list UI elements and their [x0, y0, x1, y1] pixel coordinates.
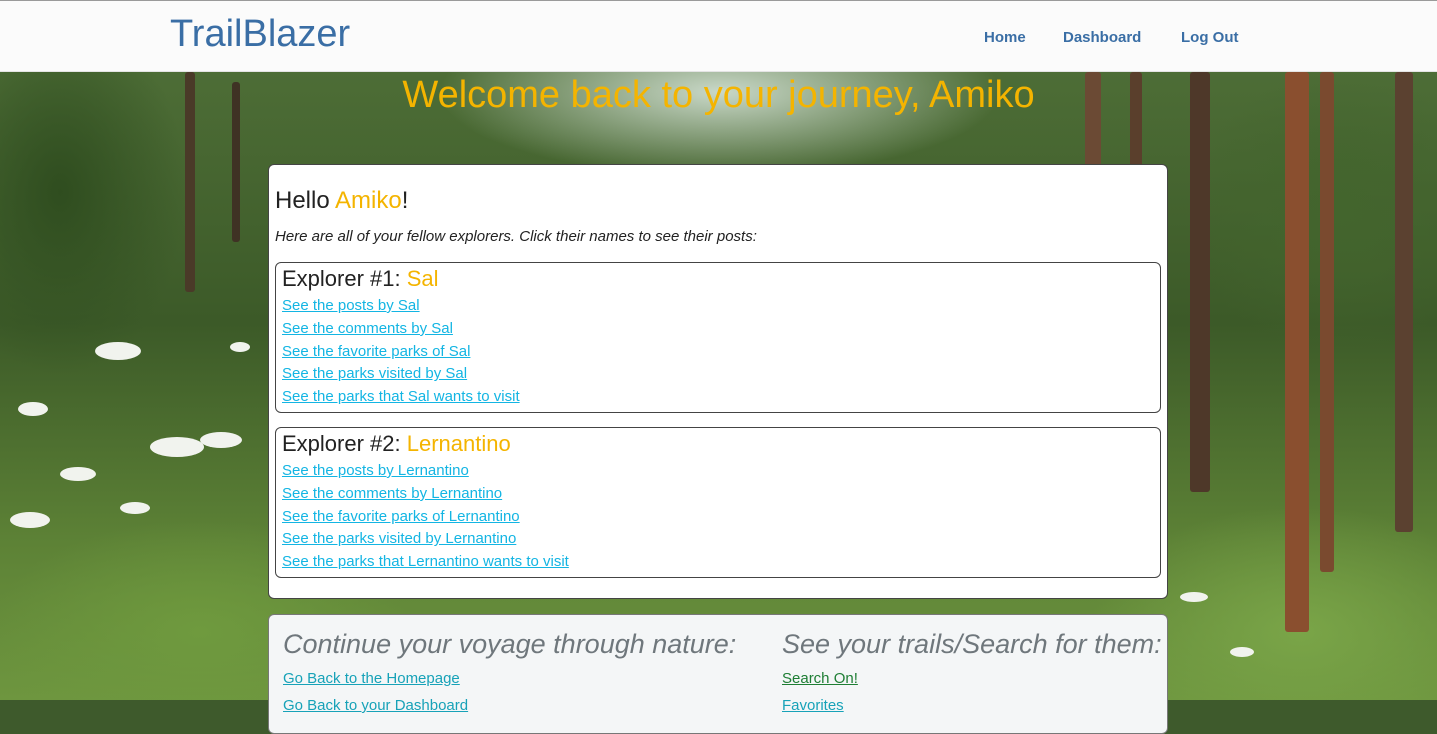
user-name: Amiko [335, 187, 402, 214]
hello-suffix: ! [401, 187, 409, 214]
explorer-links: See the posts by Lernantino See the comm… [282, 460, 569, 574]
explorer-title: Explorer #1: Sal [282, 266, 439, 292]
comments-link[interactable]: See the comments by Sal [282, 318, 520, 341]
parks-visited-link[interactable]: See the parks visited by Lernantino [282, 528, 569, 551]
nav-dashboard-link[interactable]: Dashboard [1063, 29, 1141, 46]
search-link[interactable]: Search On! [782, 670, 1162, 687]
top-navbar: TrailBlazer Home Dashboard Log Out [0, 0, 1437, 72]
hello-prefix: Hello [275, 187, 336, 214]
explorer-name: Sal [406, 266, 439, 291]
footer-right-column: See your trails/Search for them: Search … [782, 629, 1162, 714]
explorers-intro: Here are all of your fellow explorers. C… [275, 228, 757, 245]
explorer-card-sal: Explorer #1: Sal See the posts by Sal Se… [275, 262, 1161, 413]
hello-greeting: Hello Amiko! [275, 187, 408, 215]
footer-left-heading: Continue your voyage through nature: [283, 629, 737, 659]
explorer-title: Explorer #2: Lernantino [282, 431, 511, 457]
nav-home-link[interactable]: Home [984, 29, 1026, 46]
explorer-links: See the posts by Sal See the comments by… [282, 295, 520, 409]
posts-link[interactable]: See the posts by Lernantino [282, 460, 569, 483]
welcome-heading: Welcome back to your journey, Amiko [402, 74, 1035, 116]
parks-visited-link[interactable]: See the parks visited by Sal [282, 363, 520, 386]
posts-link[interactable]: See the posts by Sal [282, 295, 520, 318]
nav-logout-link[interactable]: Log Out [1181, 29, 1238, 46]
explorer-title-prefix: Explorer #1: [282, 266, 407, 291]
explorer-title-prefix: Explorer #2: [282, 431, 407, 456]
favorite-parks-link[interactable]: See the favorite parks of Lernantino [282, 506, 569, 529]
homepage-link[interactable]: Go Back to the Homepage [283, 670, 736, 687]
explorer-card-lernantino: Explorer #2: Lernantino See the posts by… [275, 427, 1161, 578]
comments-link[interactable]: See the comments by Lernantino [282, 483, 569, 506]
explorers-card: Hello Amiko! Here are all of your fellow… [268, 164, 1168, 599]
footer-right-heading: See your trails/Search for them: [782, 629, 1162, 659]
parks-wanted-link[interactable]: See the parks that Sal wants to visit [282, 386, 520, 409]
favorite-parks-link[interactable]: See the favorite parks of Sal [282, 341, 520, 364]
explorer-name: Lernantino [406, 431, 511, 456]
brand-logo-link[interactable]: TrailBlazer [170, 13, 350, 56]
parks-wanted-link[interactable]: See the parks that Lernantino wants to v… [282, 551, 569, 574]
footer-card: Continue your voyage through nature: Go … [268, 614, 1168, 734]
footer-left-column: Continue your voyage through nature: Go … [283, 629, 736, 714]
